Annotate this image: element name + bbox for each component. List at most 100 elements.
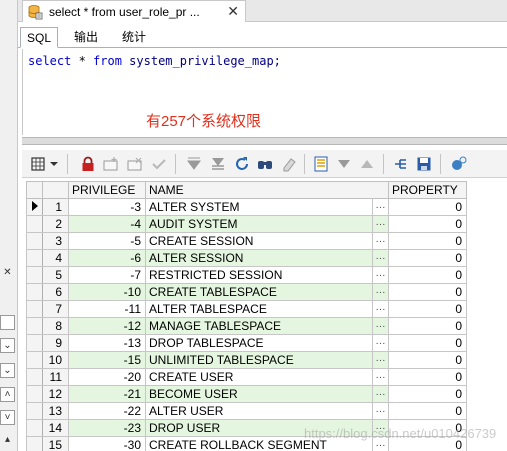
cell-name[interactable]: CREATE TABLESPACE [145, 283, 373, 301]
cell-name-ellipsis-button[interactable]: ··· [372, 283, 389, 301]
cell-privilege[interactable]: -21 [68, 385, 146, 403]
add-record-icon[interactable] [102, 155, 120, 173]
cell-name-ellipsis-button[interactable]: ··· [372, 266, 389, 284]
connect-icon[interactable] [392, 155, 410, 173]
row-indicator[interactable] [26, 249, 43, 267]
table-row[interactable]: 3 -5 CREATE SESSION ··· 0 [26, 232, 467, 250]
cell-privilege[interactable]: -12 [68, 317, 146, 335]
cell-name[interactable]: ALTER TABLESPACE [145, 300, 373, 318]
grid-corner[interactable] [26, 181, 43, 199]
cell-property[interactable]: 0 [388, 351, 467, 369]
close-tab-icon[interactable]: ✕ [227, 3, 239, 20]
table-row[interactable]: 15 -30 CREATE ROLLBACK SEGMENT ··· 0 [26, 436, 467, 451]
left-pane-dropdown-1[interactable]: ⌄ [0, 338, 15, 353]
cell-property[interactable]: 0 [388, 402, 467, 420]
left-pane-field[interactable] [0, 315, 15, 330]
cell-name[interactable]: CREATE ROLLBACK SEGMENT [145, 436, 373, 451]
tab-sql[interactable]: SQL [20, 27, 59, 48]
cell-name-ellipsis-button[interactable]: ··· [372, 334, 389, 352]
table-row[interactable]: 11 -20 CREATE USER ··· 0 [26, 368, 467, 386]
cell-privilege[interactable]: -20 [68, 368, 146, 386]
table-row[interactable]: 8 -12 MANAGE TABLESPACE ··· 0 [26, 317, 467, 335]
left-pane-close-icon[interactable]: ✕ [0, 266, 15, 281]
column-header-name[interactable]: NAME [145, 181, 389, 199]
row-indicator[interactable] [26, 198, 43, 216]
cell-privilege[interactable]: -7 [68, 266, 146, 284]
cell-property[interactable]: 0 [388, 300, 467, 318]
row-indicator[interactable] [26, 419, 43, 437]
left-pane-scroll-up-icon[interactable]: ▴ [0, 433, 15, 448]
row-indicator[interactable] [26, 368, 43, 386]
table-row[interactable]: 4 -6 ALTER SESSION ··· 0 [26, 249, 467, 267]
cell-name[interactable]: CREATE USER [145, 368, 373, 386]
query-down-icon[interactable] [335, 155, 353, 173]
table-row[interactable]: 10 -15 UNLIMITED TABLESPACE ··· 0 [26, 351, 467, 369]
cell-property[interactable]: 0 [388, 317, 467, 335]
column-header-privilege[interactable]: PRIVILEGE [68, 181, 146, 199]
row-indicator[interactable] [26, 283, 43, 301]
cell-name[interactable]: DROP TABLESPACE [145, 334, 373, 352]
cell-name-ellipsis-button[interactable]: ··· [372, 368, 389, 386]
table-row[interactable]: 5 -7 RESTRICTED SESSION ··· 0 [26, 266, 467, 284]
table-row[interactable]: 7 -11 ALTER TABLESPACE ··· 0 [26, 300, 467, 318]
first-record-icon[interactable] [185, 155, 203, 173]
cell-name-ellipsis-button[interactable]: ··· [372, 385, 389, 403]
cell-name[interactable]: ALTER USER [145, 402, 373, 420]
cell-name[interactable]: BECOME USER [145, 385, 373, 403]
cell-property[interactable]: 0 [388, 198, 467, 216]
cell-privilege[interactable]: -22 [68, 402, 146, 420]
tab-statistics[interactable]: 统计 [116, 27, 152, 48]
left-pane-spin-up[interactable]: ˄ [0, 387, 15, 402]
single-record-view-icon[interactable] [312, 155, 330, 173]
export-icon[interactable] [450, 155, 468, 173]
cell-privilege[interactable]: -3 [68, 198, 146, 216]
column-header-property[interactable]: PROPERTY [388, 181, 467, 199]
cell-name[interactable]: ALTER SESSION [145, 249, 373, 267]
cell-name[interactable]: CREATE SESSION [145, 232, 373, 250]
result-grid[interactable]: PRIVILEGE NAME PROPERTY 1 -3 ALTER SYSTEM ·… [26, 181, 467, 451]
table-row[interactable]: 14 -23 DROP USER ··· 0 [26, 419, 467, 437]
row-indicator[interactable] [26, 266, 43, 284]
row-indicator[interactable] [26, 317, 43, 335]
sql-editor[interactable]: select * from system_privilege_map; [22, 49, 507, 135]
cell-privilege[interactable]: -30 [68, 436, 146, 451]
table-row[interactable]: 9 -13 DROP TABLESPACE ··· 0 [26, 334, 467, 352]
save-icon[interactable] [415, 155, 433, 173]
query-document-tab[interactable]: select * from user_role_pr ... ✕ [22, 0, 246, 22]
cell-property[interactable]: 0 [388, 283, 467, 301]
cell-privilege[interactable]: -13 [68, 334, 146, 352]
cell-name-ellipsis-button[interactable]: ··· [372, 317, 389, 335]
cell-privilege[interactable]: -11 [68, 300, 146, 318]
cell-name[interactable]: RESTRICTED SESSION [145, 266, 373, 284]
cell-name-ellipsis-button[interactable]: ··· [372, 249, 389, 267]
cell-name[interactable]: DROP USER [145, 419, 373, 437]
cell-property[interactable]: 0 [388, 419, 467, 437]
cell-property[interactable]: 0 [388, 385, 467, 403]
pane-splitter[interactable] [22, 137, 507, 145]
row-indicator[interactable] [26, 215, 43, 233]
row-indicator[interactable] [26, 402, 43, 420]
grid-menu-icon[interactable] [30, 155, 60, 173]
refresh-icon[interactable] [233, 155, 251, 173]
delete-record-icon[interactable] [126, 155, 144, 173]
cell-property[interactable]: 0 [388, 266, 467, 284]
cell-privilege[interactable]: -5 [68, 232, 146, 250]
cell-name-ellipsis-button[interactable]: ··· [372, 198, 389, 216]
table-row[interactable]: 12 -21 BECOME USER ··· 0 [26, 385, 467, 403]
find-icon[interactable] [256, 155, 274, 173]
cell-privilege[interactable]: -6 [68, 249, 146, 267]
table-row[interactable]: 6 -10 CREATE TABLESPACE ··· 0 [26, 283, 467, 301]
table-row[interactable]: 1 -3 ALTER SYSTEM ··· 0 [26, 198, 467, 216]
cell-name-ellipsis-button[interactable]: ··· [372, 300, 389, 318]
tab-output[interactable]: 输出 [68, 27, 104, 48]
cell-name-ellipsis-button[interactable]: ··· [372, 419, 389, 437]
cell-property[interactable]: 0 [388, 436, 467, 451]
cell-property[interactable]: 0 [388, 334, 467, 352]
left-pane-spin-down[interactable]: ˅ [0, 410, 15, 425]
row-indicator[interactable] [26, 232, 43, 250]
row-indicator[interactable] [26, 300, 43, 318]
cell-name-ellipsis-button[interactable]: ··· [372, 232, 389, 250]
cell-name-ellipsis-button[interactable]: ··· [372, 436, 389, 451]
cell-name[interactable]: ALTER SYSTEM [145, 198, 373, 216]
cell-name[interactable]: UNLIMITED TABLESPACE [145, 351, 373, 369]
